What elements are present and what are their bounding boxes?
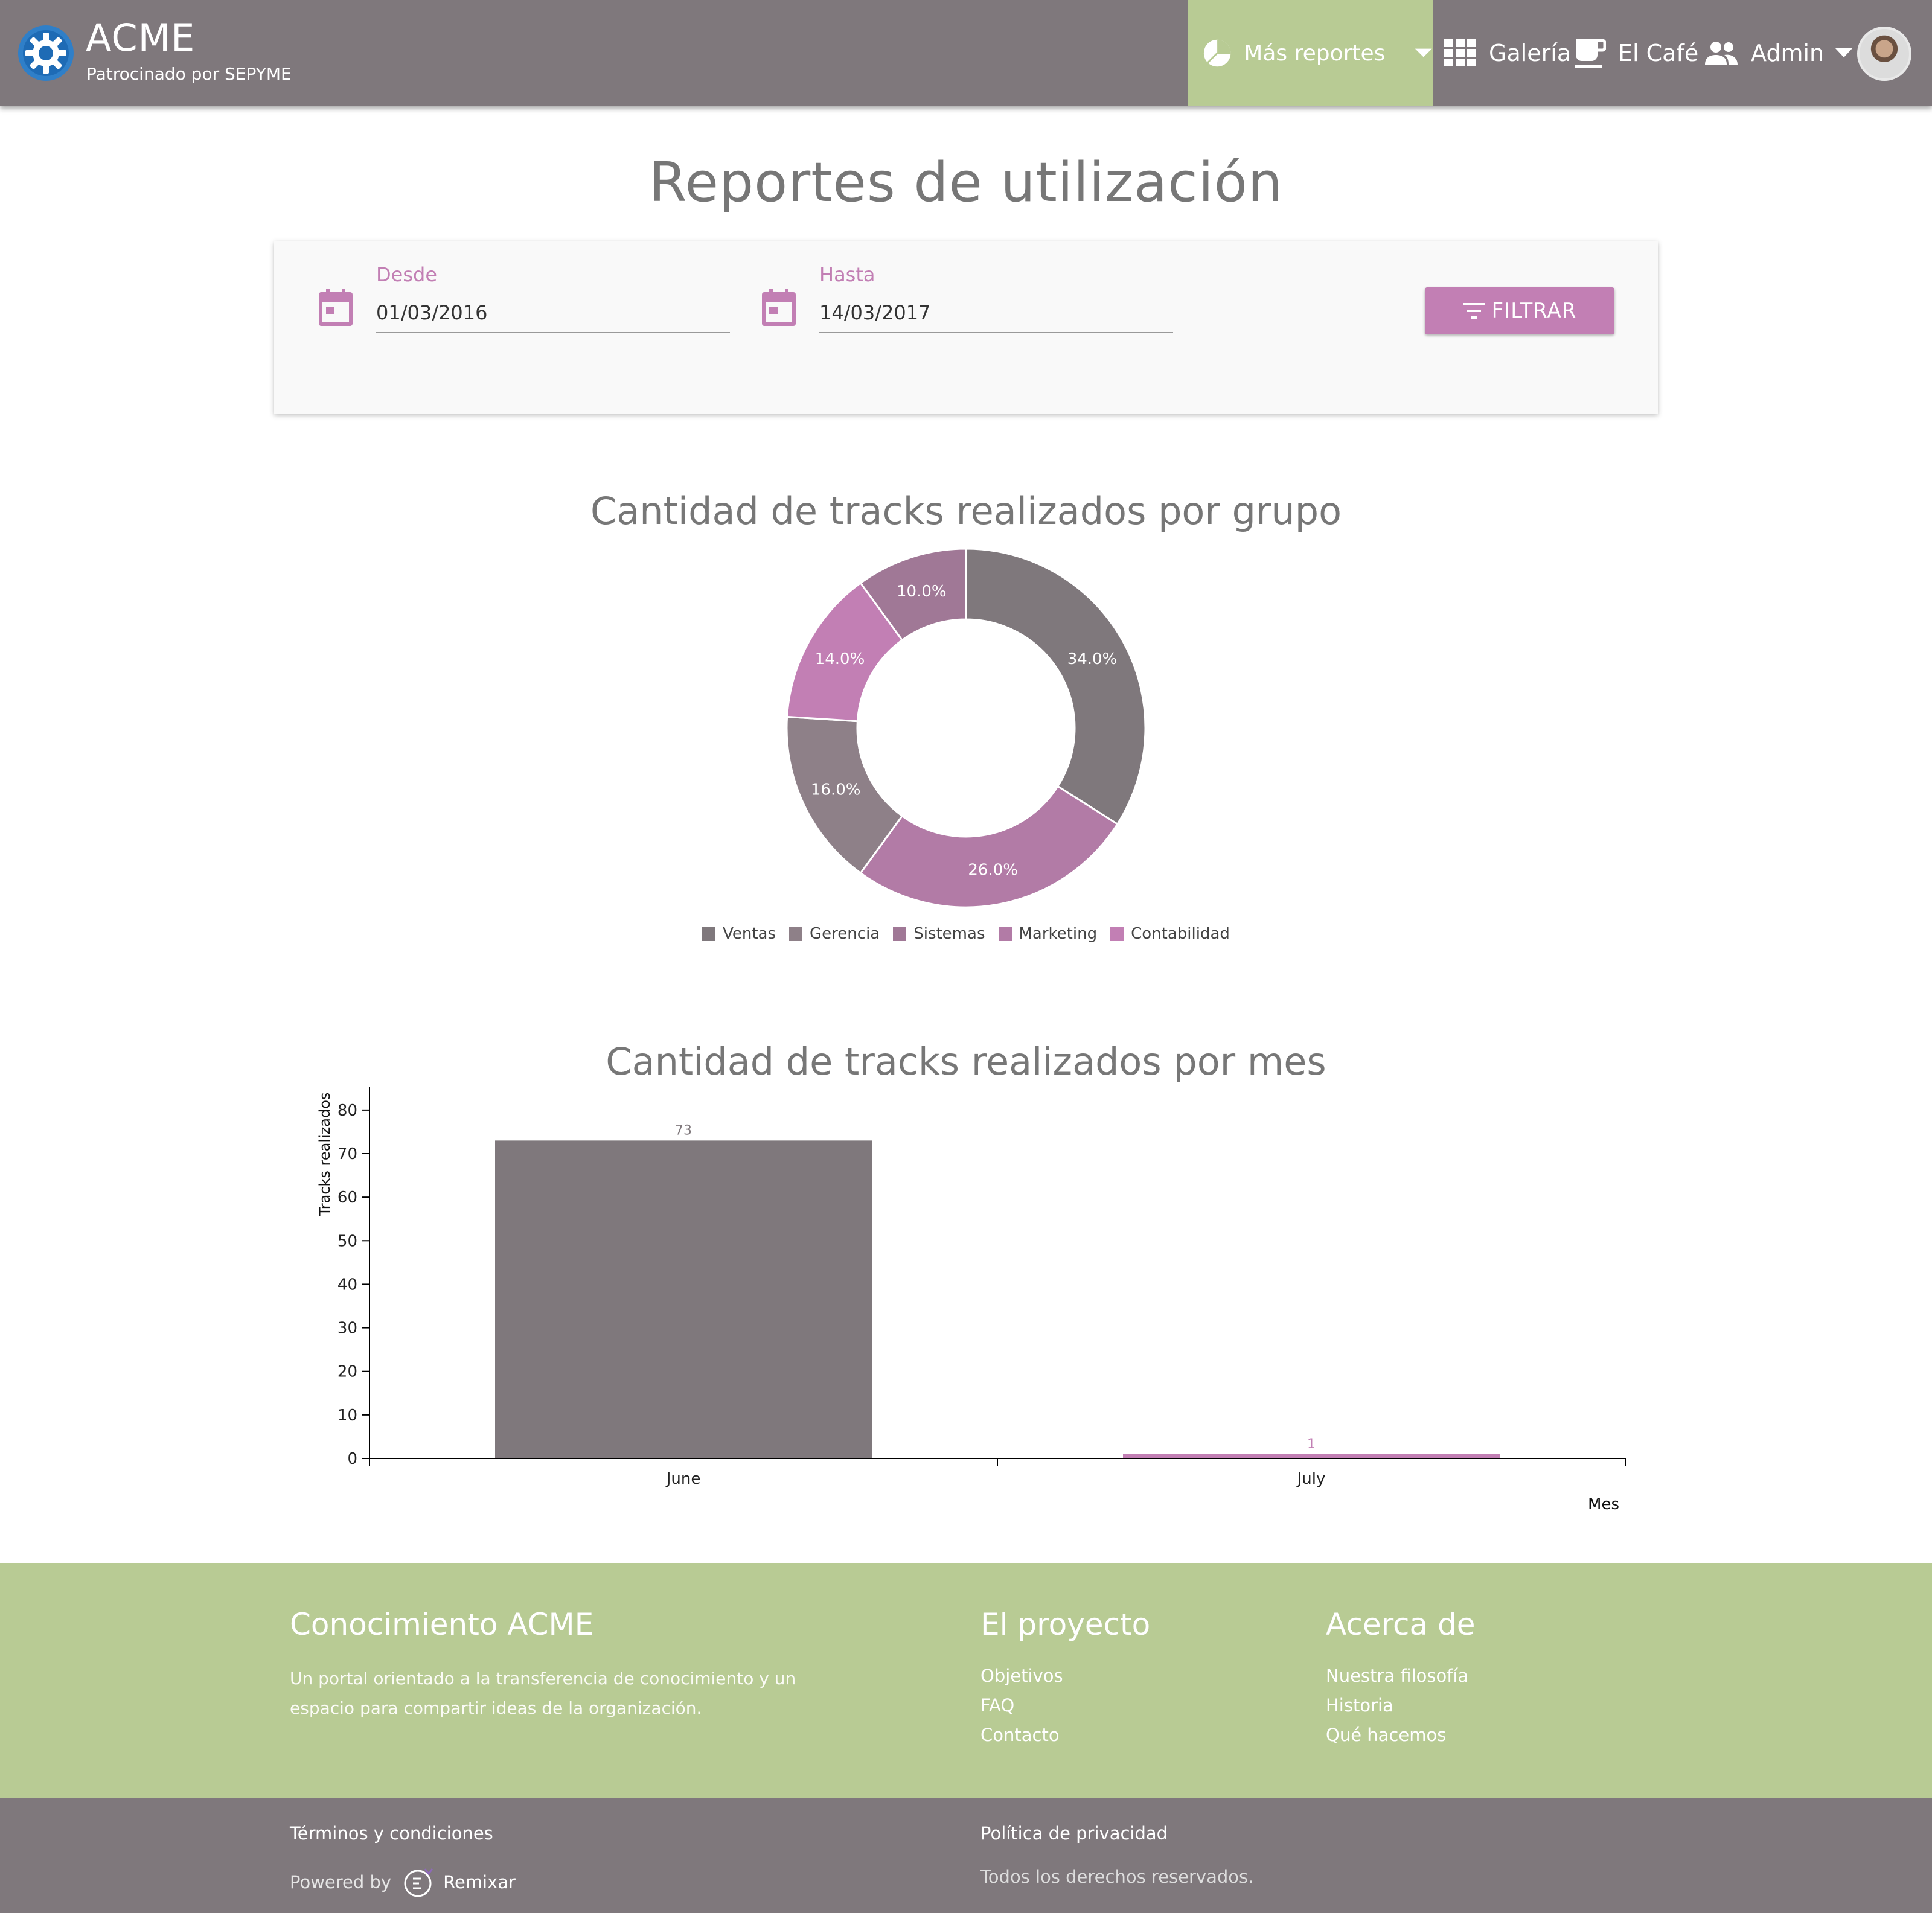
- calendar-icon[interactable]: [762, 289, 796, 326]
- terms-link[interactable]: Términos y condiciones: [290, 1823, 493, 1844]
- donut-slice-label: 10.0%: [897, 583, 947, 601]
- bar-june[interactable]: [495, 1140, 872, 1458]
- footer-link-que-hacemos[interactable]: Qué hacemos: [1326, 1720, 1468, 1750]
- donut-chart: 34.0% 26.0% 16.0% 14.0% 10.0%: [785, 548, 1147, 909]
- x-tick-label: June: [665, 1470, 701, 1488]
- legend-label: Marketing: [1019, 925, 1098, 943]
- chevron-down-icon: [1415, 48, 1433, 57]
- x-tick-label: July: [1296, 1470, 1326, 1488]
- legend-item-gerencia[interactable]: Gerencia: [789, 925, 880, 943]
- from-label: Desde: [376, 263, 437, 286]
- y-tick-label: 10: [337, 1407, 357, 1425]
- y-tick-label: 60: [337, 1189, 357, 1207]
- legend-swatch: [998, 927, 1012, 941]
- donut-slice-label: 34.0%: [1067, 650, 1118, 668]
- footer-title-acme: Conocimiento ACME: [290, 1607, 594, 1642]
- bar-chart: 0 10 20 30 40 50 60 70 80 73 June 1 July Mes Tracks re…: [316, 1087, 1626, 1513]
- legend-item-ventas[interactable]: Ventas: [702, 925, 776, 943]
- powered-by[interactable]: Powered by Remixar: [290, 1867, 516, 1898]
- grid-icon: [1444, 39, 1476, 66]
- top-navbar: ACME Patrocinado por SEPYME Más reportes…: [0, 0, 1932, 106]
- people-icon: [1705, 42, 1738, 65]
- legend-swatch: [893, 927, 907, 941]
- pie-chart-icon: [1203, 39, 1231, 67]
- legend-swatch: [789, 927, 803, 941]
- donut-chart-title: Cantidad de tracks realizados por grupo: [590, 489, 1342, 533]
- nav-admin-label: Admin: [1751, 40, 1825, 66]
- footer-link-contacto[interactable]: Contacto: [980, 1720, 1063, 1750]
- legend-swatch: [1110, 927, 1124, 941]
- nav-cafe[interactable]: El Café: [1573, 0, 1698, 106]
- y-axis-label: Tracks realizados: [316, 1093, 333, 1217]
- donut-legend: Ventas Gerencia Sistemas Marketing Contabili…: [0, 925, 1932, 943]
- legend-label: Contabilidad: [1131, 925, 1230, 943]
- to-label: Hasta: [819, 263, 875, 286]
- y-tick-label: 80: [337, 1102, 357, 1120]
- rights-text: Todos los derechos reservados.: [980, 1867, 1254, 1887]
- to-date-field[interactable]: [819, 290, 1173, 333]
- calendar-icon[interactable]: [319, 289, 353, 326]
- footer-title-project: El proyecto: [980, 1607, 1151, 1642]
- footer-project-links: Objetivos FAQ Contacto: [980, 1661, 1063, 1750]
- chevron-down-icon: [1835, 48, 1853, 57]
- brand-subtitle: Patrocinado por SEPYME: [86, 64, 292, 84]
- footer-bottom-bar: Términos y condiciones Política de priva…: [0, 1798, 1932, 1913]
- legend-label: Ventas: [723, 925, 776, 943]
- legend-label: Gerencia: [810, 925, 880, 943]
- footer-link-historia[interactable]: Historia: [1326, 1691, 1468, 1720]
- nav-admin[interactable]: Admin: [1704, 0, 1865, 106]
- legend-item-marketing[interactable]: Marketing: [998, 925, 1098, 943]
- filter-button[interactable]: FILTRAR: [1425, 287, 1614, 334]
- bar-july[interactable]: [1123, 1454, 1500, 1458]
- filter-card: Desde Hasta FILTRAR: [274, 241, 1658, 414]
- footer-link-faq[interactable]: FAQ: [980, 1691, 1063, 1720]
- gear-logo-icon[interactable]: [17, 24, 75, 82]
- nav-gallery[interactable]: Galería: [1444, 0, 1571, 106]
- legend-item-sistemas[interactable]: Sistemas: [893, 925, 985, 943]
- x-axis-label: Mes: [1588, 1495, 1619, 1513]
- page-title: Reportes de utilización: [649, 151, 1283, 214]
- footer-about-links: Nuestra filosofía Historia Qué hacemos: [1326, 1661, 1468, 1750]
- brand-title[interactable]: ACME: [86, 16, 195, 60]
- y-tick-label: 40: [337, 1276, 357, 1294]
- footer-link-filosofia[interactable]: Nuestra filosofía: [1326, 1661, 1468, 1691]
- donut-slice-label: 14.0%: [815, 650, 865, 668]
- donut-slice-label: 16.0%: [811, 781, 861, 799]
- nav-more-reports[interactable]: Más reportes: [1188, 0, 1433, 106]
- nav-gallery-label: Galería: [1489, 40, 1572, 66]
- y-tick-label: 70: [337, 1145, 357, 1163]
- nav-cafe-label: El Café: [1618, 40, 1699, 66]
- privacy-link[interactable]: Política de privacidad: [980, 1823, 1168, 1844]
- coffee-icon: [1575, 39, 1606, 68]
- legend-item-contabilidad[interactable]: Contabilidad: [1110, 925, 1230, 943]
- filter-button-label: FILTRAR: [1491, 299, 1577, 323]
- footer-description: Un portal orientado a la transferencia d…: [290, 1669, 796, 1718]
- nav-more-reports-label: Más reportes: [1244, 40, 1386, 66]
- y-tick-label: 50: [337, 1232, 357, 1250]
- footer: Conocimiento ACME Un portal orientado a …: [0, 1563, 1932, 1798]
- footer-title-about: Acerca de: [1326, 1607, 1476, 1642]
- bar-value-label: 1: [1307, 1437, 1316, 1452]
- donut-slice-label: 26.0%: [968, 861, 1018, 879]
- bar-value-label: 73: [675, 1123, 692, 1138]
- y-tick-label: 0: [347, 1450, 357, 1468]
- powered-by-brand: Remixar: [443, 1872, 516, 1892]
- remixar-logo-icon: [404, 1868, 433, 1897]
- avatar[interactable]: [1857, 27, 1911, 81]
- y-tick-label: 30: [337, 1320, 357, 1338]
- legend-swatch: [702, 927, 716, 941]
- from-date-field[interactable]: [376, 290, 730, 333]
- donut-slice-ventas[interactable]: [965, 548, 1147, 826]
- legend-label: Sistemas: [913, 925, 985, 943]
- y-tick-label: 20: [337, 1363, 357, 1381]
- footer-link-objetivos[interactable]: Objetivos: [980, 1661, 1063, 1691]
- donut-slice-gerencia[interactable]: [859, 785, 1119, 909]
- filter-icon: [1462, 303, 1485, 319]
- powered-by-label: Powered by: [290, 1872, 392, 1892]
